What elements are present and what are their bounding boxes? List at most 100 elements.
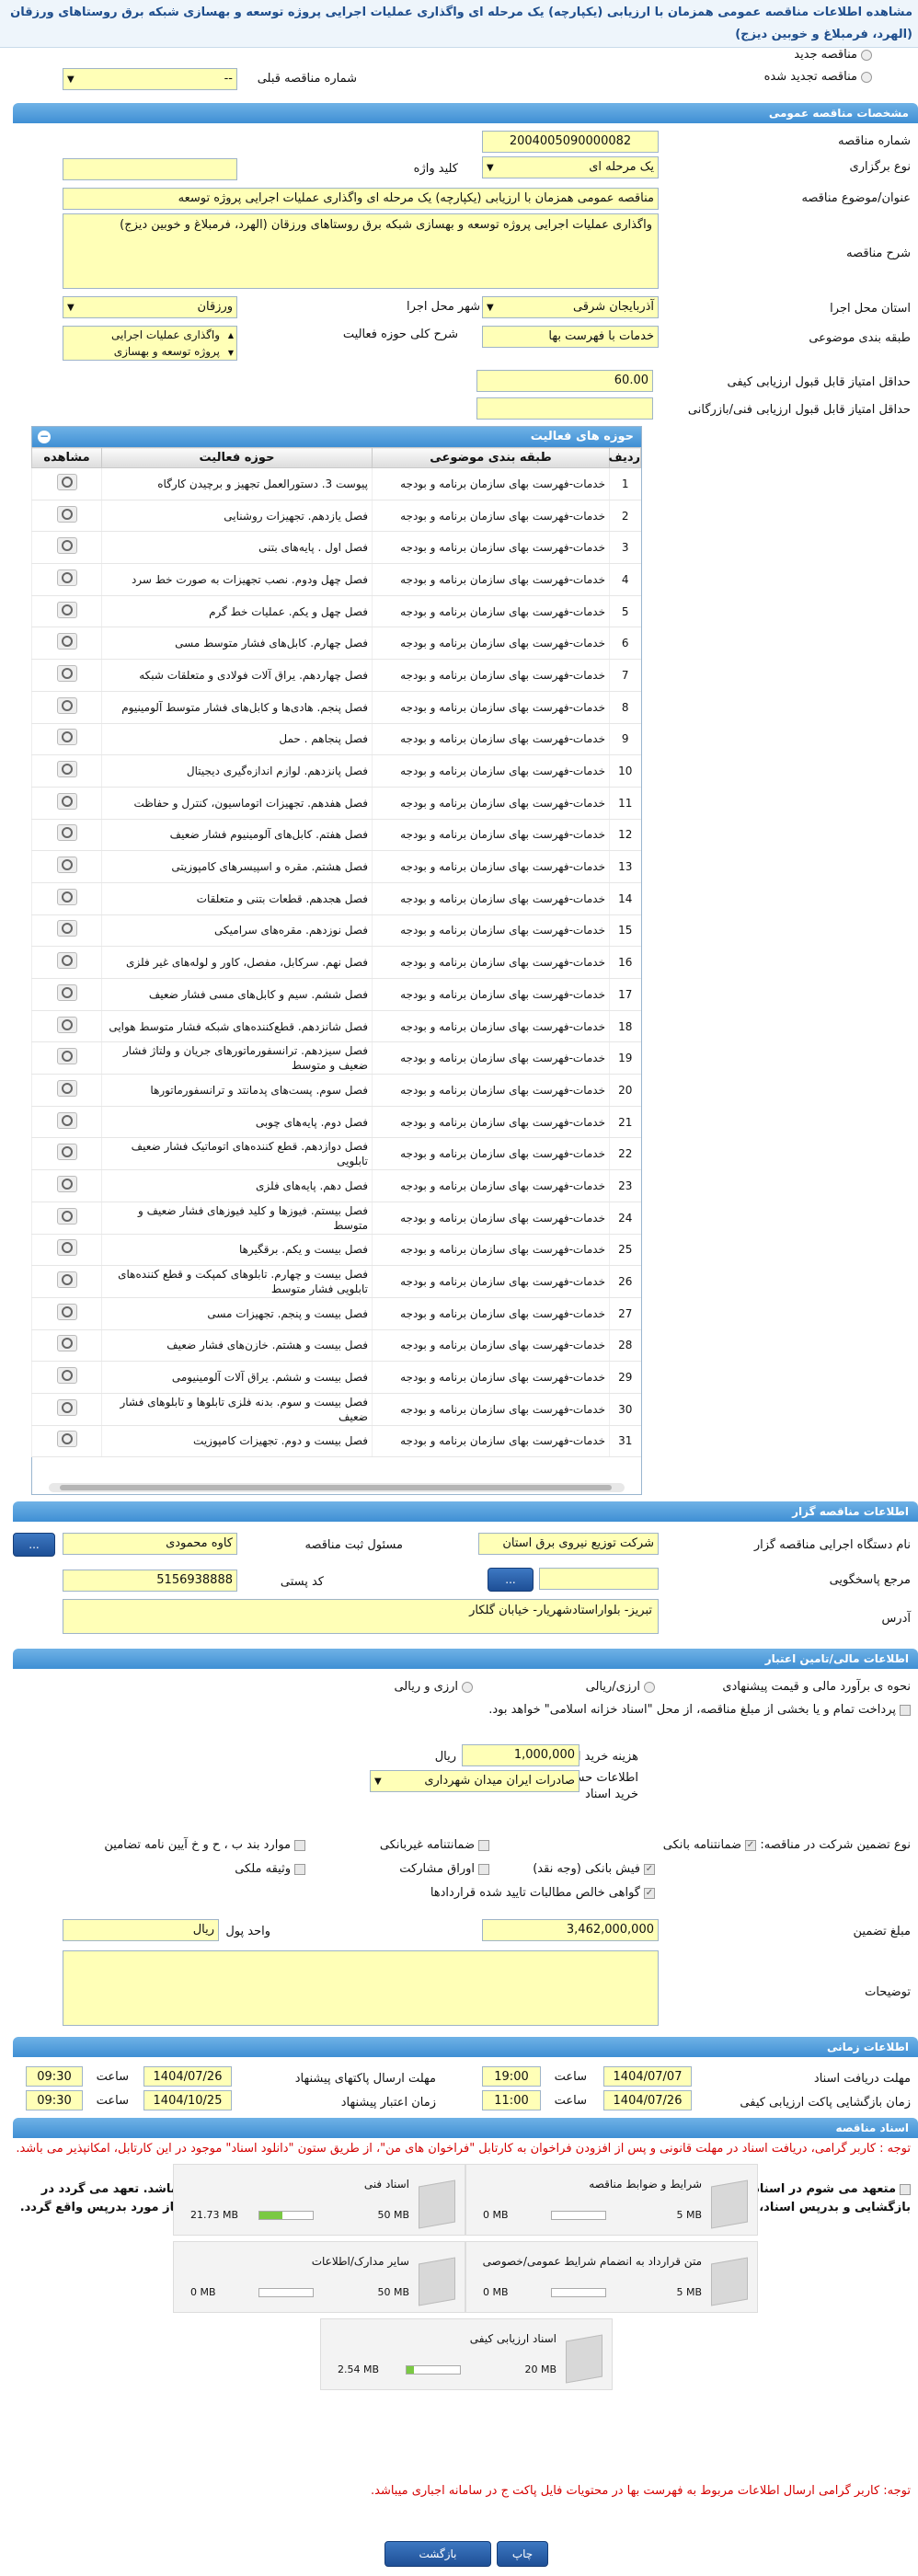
- valid-time-field[interactable]: 09:30: [26, 2090, 83, 2110]
- print-button[interactable]: چاپ: [497, 2541, 548, 2567]
- horizontal-scrollbar[interactable]: [49, 1483, 625, 1492]
- view-icon[interactable]: [56, 1016, 77, 1033]
- view-icon[interactable]: [56, 473, 77, 490]
- row-view[interactable]: [31, 531, 102, 565]
- row-view[interactable]: [31, 819, 102, 852]
- view-icon[interactable]: [56, 1048, 77, 1065]
- scope-listbox[interactable]: واگذاری عملیات اجرایی پروژه توسعه و بهسا…: [63, 326, 237, 361]
- renewed-tender-radio[interactable]: مناقصه تجدید شده: [764, 70, 872, 84]
- prev-number-select[interactable]: -- ▼: [63, 68, 237, 90]
- view-icon[interactable]: [56, 824, 77, 842]
- row-view[interactable]: [31, 1265, 102, 1298]
- row-view[interactable]: [31, 1202, 102, 1235]
- valid-date-field[interactable]: 1404/10/25: [143, 2090, 232, 2110]
- g4-check[interactable]: ✓فیش بانکی (وجه نقد): [533, 1862, 655, 1876]
- view-icon[interactable]: [56, 696, 77, 714]
- view-icon[interactable]: [56, 792, 77, 810]
- doc-box[interactable]: سایر مدارک/اطلاعات 50 MB 0 MB: [173, 2241, 465, 2313]
- view-icon[interactable]: [56, 888, 77, 905]
- ref-more-button[interactable]: ...: [488, 1568, 534, 1592]
- row-view[interactable]: [31, 467, 102, 500]
- new-tender-radio[interactable]: مناقصه جدید: [794, 48, 872, 62]
- row-view[interactable]: [31, 978, 102, 1011]
- g7-check[interactable]: ✓گواهی خالص مطالبات تایید شده قراردادها: [430, 1886, 655, 1900]
- account-select[interactable]: صادرات ایران میدان شهرداری ▼: [370, 1770, 579, 1792]
- row-view[interactable]: [31, 1041, 102, 1075]
- send-time-field[interactable]: 09:30: [26, 2066, 83, 2087]
- chevron-down-icon[interactable]: ▼: [228, 345, 234, 360]
- category-field[interactable]: خدمات با فهرست بها: [482, 326, 659, 348]
- row-view[interactable]: [31, 914, 102, 948]
- send-date-field[interactable]: 1404/07/26: [143, 2066, 232, 2087]
- row-view[interactable]: [31, 946, 102, 979]
- row-view[interactable]: [31, 754, 102, 788]
- row-view[interactable]: [31, 1393, 102, 1426]
- g3-check[interactable]: موارد بند ب ، ح و خ آیین نامه تضامین: [104, 1838, 305, 1852]
- doc-box[interactable]: شرایط و ضوابط مناقصه 5 MB 0 MB: [465, 2164, 758, 2236]
- view-icon[interactable]: [56, 505, 77, 523]
- row-view[interactable]: [31, 1297, 102, 1330]
- row-view[interactable]: [31, 850, 102, 883]
- row-view[interactable]: [31, 1169, 102, 1202]
- view-icon[interactable]: [56, 537, 77, 555]
- view-icon[interactable]: [56, 633, 77, 650]
- row-view[interactable]: [31, 563, 102, 596]
- postal-field[interactable]: 5156938888: [63, 1570, 237, 1592]
- subject-field[interactable]: مناقصه عمومی همزمان با ارزیابی (یکپارچه)…: [63, 188, 659, 210]
- row-view[interactable]: [31, 595, 102, 628]
- min-tech-field[interactable]: [476, 397, 653, 420]
- ref-field[interactable]: [539, 1568, 659, 1590]
- row-view[interactable]: [31, 691, 102, 724]
- g2-check[interactable]: ضمانتنامه غیربانکی: [380, 1838, 489, 1852]
- collapse-icon[interactable]: −: [38, 431, 51, 443]
- rial-radio[interactable]: ارزی/ریالی: [586, 1680, 655, 1694]
- receive-time-field[interactable]: 19:00: [482, 2066, 541, 2087]
- min-quality-field[interactable]: 60.00: [476, 370, 653, 392]
- desc-field[interactable]: واگذاری عملیات اجرایی پروژه توسعه و بهسا…: [63, 213, 659, 289]
- view-icon[interactable]: [56, 1207, 77, 1225]
- view-icon[interactable]: [56, 761, 77, 778]
- view-icon[interactable]: [56, 920, 77, 937]
- receive-date-field[interactable]: 1404/07/07: [603, 2066, 692, 2087]
- view-icon[interactable]: [56, 1175, 77, 1192]
- row-view[interactable]: [31, 1425, 102, 1458]
- address-field[interactable]: تبریز- بلواراستادشهریار- خیابان گلکار: [63, 1599, 659, 1634]
- row-view[interactable]: [31, 882, 102, 915]
- chevron-up-icon[interactable]: ▲: [228, 328, 234, 344]
- row-view[interactable]: [31, 787, 102, 820]
- officer-field[interactable]: کاوه محمودی: [63, 1533, 237, 1555]
- row-view[interactable]: [31, 723, 102, 756]
- view-icon[interactable]: [56, 1367, 77, 1385]
- doc-box[interactable]: اسناد فنی 50 MB 21.73 MB: [173, 2164, 465, 2236]
- province-select[interactable]: آذربایجان شرقی ▼: [482, 296, 659, 318]
- row-view[interactable]: [31, 500, 102, 533]
- view-icon[interactable]: [56, 1111, 77, 1129]
- view-icon[interactable]: [56, 1398, 77, 1416]
- city-select[interactable]: ورزقان ▼: [63, 296, 237, 318]
- doc-fee-field[interactable]: 1,000,000: [462, 1744, 579, 1766]
- open-date-field[interactable]: 1404/07/26: [603, 2090, 692, 2110]
- forex-radio[interactable]: ارزی و ریالی: [394, 1680, 473, 1694]
- open-time-field[interactable]: 11:00: [482, 2090, 541, 2110]
- officer-more-button[interactable]: ...: [13, 1533, 55, 1557]
- org-field[interactable]: شرکت توزیع نیروی برق استان: [478, 1533, 659, 1555]
- row-view[interactable]: [31, 627, 102, 661]
- view-icon[interactable]: [56, 569, 77, 586]
- row-view[interactable]: [31, 1137, 102, 1171]
- view-icon[interactable]: [56, 1079, 77, 1097]
- view-icon[interactable]: [56, 1303, 77, 1320]
- view-icon[interactable]: [56, 952, 77, 970]
- row-view[interactable]: [31, 1106, 102, 1139]
- tender-number-field[interactable]: 2004005090000082: [482, 131, 659, 153]
- currency-field[interactable]: ریال: [63, 1919, 219, 1941]
- back-button[interactable]: بازگشت: [384, 2541, 491, 2567]
- view-icon[interactable]: [56, 1144, 77, 1161]
- doc-box[interactable]: اسناد ارزیابی کیفی 20 MB 2.54 MB: [320, 2318, 613, 2390]
- row-view[interactable]: [31, 1361, 102, 1394]
- keyword-field[interactable]: [63, 158, 237, 180]
- type-select[interactable]: یک مرحله ای ▼: [482, 156, 659, 178]
- g6-check[interactable]: وثیقه ملکی: [235, 1862, 305, 1876]
- row-view[interactable]: [31, 1010, 102, 1043]
- view-icon[interactable]: [56, 1335, 77, 1352]
- amount-field[interactable]: 3,462,000,000: [482, 1919, 659, 1941]
